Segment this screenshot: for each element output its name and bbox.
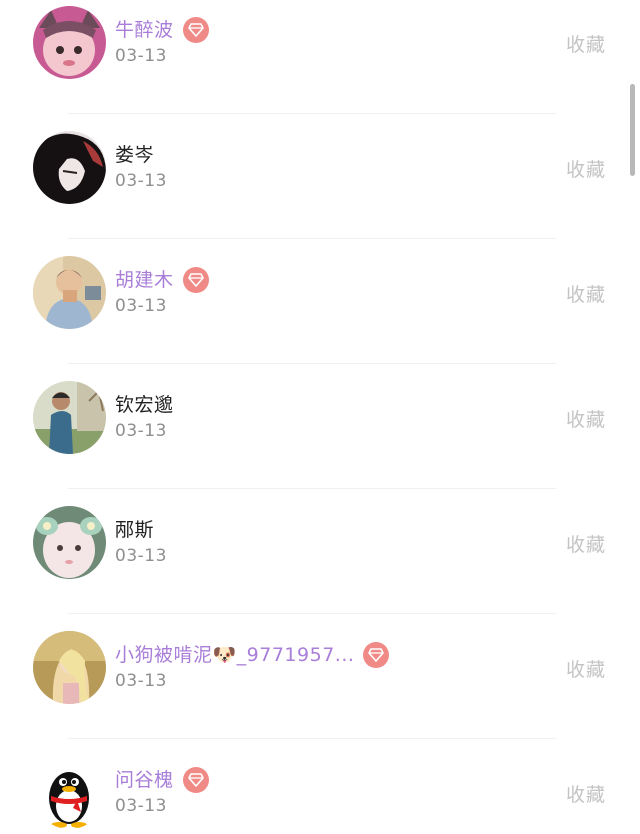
name-line: 牛醉波 — [115, 15, 209, 45]
name-line: 问谷槐 — [115, 765, 209, 795]
date-label: 03-13 — [115, 796, 167, 816]
collect-button[interactable]: 收藏 — [566, 530, 606, 557]
divider — [68, 363, 556, 364]
divider — [68, 238, 556, 239]
name-line: 娄岑 — [115, 140, 154, 170]
date-label: 03-13 — [115, 421, 167, 441]
date-label: 03-13 — [115, 546, 167, 566]
user-name[interactable]: 娄岑 — [115, 140, 154, 170]
name-line: 钦宏邈 — [115, 390, 174, 420]
collect-button[interactable]: 收藏 — [566, 780, 606, 807]
name-line: 小狗被啃泥🐶_9771957... — [115, 640, 390, 670]
divider — [68, 488, 556, 489]
date-label: 03-13 — [115, 296, 167, 316]
list-item[interactable]: 小狗被啃泥🐶_9771957... 03-13 收藏 — [0, 625, 640, 750]
collect-button[interactable]: 收藏 — [566, 30, 606, 57]
divider — [68, 613, 556, 614]
collect-button[interactable]: 收藏 — [566, 655, 606, 682]
scrollbar[interactable] — [630, 84, 635, 176]
divider — [68, 113, 556, 114]
avatar[interactable] — [33, 6, 106, 79]
avatar[interactable] — [33, 381, 106, 454]
user-name[interactable]: 钦宏邈 — [115, 390, 174, 420]
collect-button[interactable]: 收藏 — [566, 155, 606, 182]
vip-diamond-icon — [182, 767, 209, 793]
list-item[interactable]: 钦宏邈 03-13 收藏 — [0, 375, 640, 500]
divider — [68, 738, 556, 739]
vip-diamond-icon — [363, 642, 390, 668]
collect-button[interactable]: 收藏 — [566, 280, 606, 307]
avatar[interactable] — [33, 506, 106, 579]
user-name[interactable]: 问谷槐 — [115, 765, 174, 795]
vip-diamond-icon — [182, 17, 209, 43]
user-name[interactable]: 邴斯 — [115, 515, 154, 545]
list-item[interactable]: 娄岑 03-13 收藏 — [0, 125, 640, 250]
user-list: 牛醉波 03-13 收藏 娄岑 03-13 收藏 胡建木 03-13 收藏 钦宏… — [0, 0, 640, 834]
list-item[interactable]: 问谷槐 03-13 收藏 — [0, 750, 640, 834]
date-label: 03-13 — [115, 171, 167, 191]
date-label: 03-13 — [115, 671, 167, 691]
user-name[interactable]: 小狗被啃泥🐶_9771957... — [115, 640, 354, 670]
avatar[interactable] — [33, 631, 106, 704]
avatar[interactable] — [33, 256, 106, 329]
date-label: 03-13 — [115, 46, 167, 66]
user-name[interactable]: 胡建木 — [115, 265, 174, 295]
avatar[interactable] — [33, 756, 106, 829]
user-name[interactable]: 牛醉波 — [115, 15, 174, 45]
list-item[interactable]: 胡建木 03-13 收藏 — [0, 250, 640, 375]
list-item[interactable]: 牛醉波 03-13 收藏 — [0, 0, 640, 125]
vip-diamond-icon — [182, 267, 209, 293]
list-item[interactable]: 邴斯 03-13 收藏 — [0, 500, 640, 625]
collect-button[interactable]: 收藏 — [566, 405, 606, 432]
name-line: 邴斯 — [115, 515, 154, 545]
avatar[interactable] — [33, 131, 106, 204]
name-line: 胡建木 — [115, 265, 209, 295]
